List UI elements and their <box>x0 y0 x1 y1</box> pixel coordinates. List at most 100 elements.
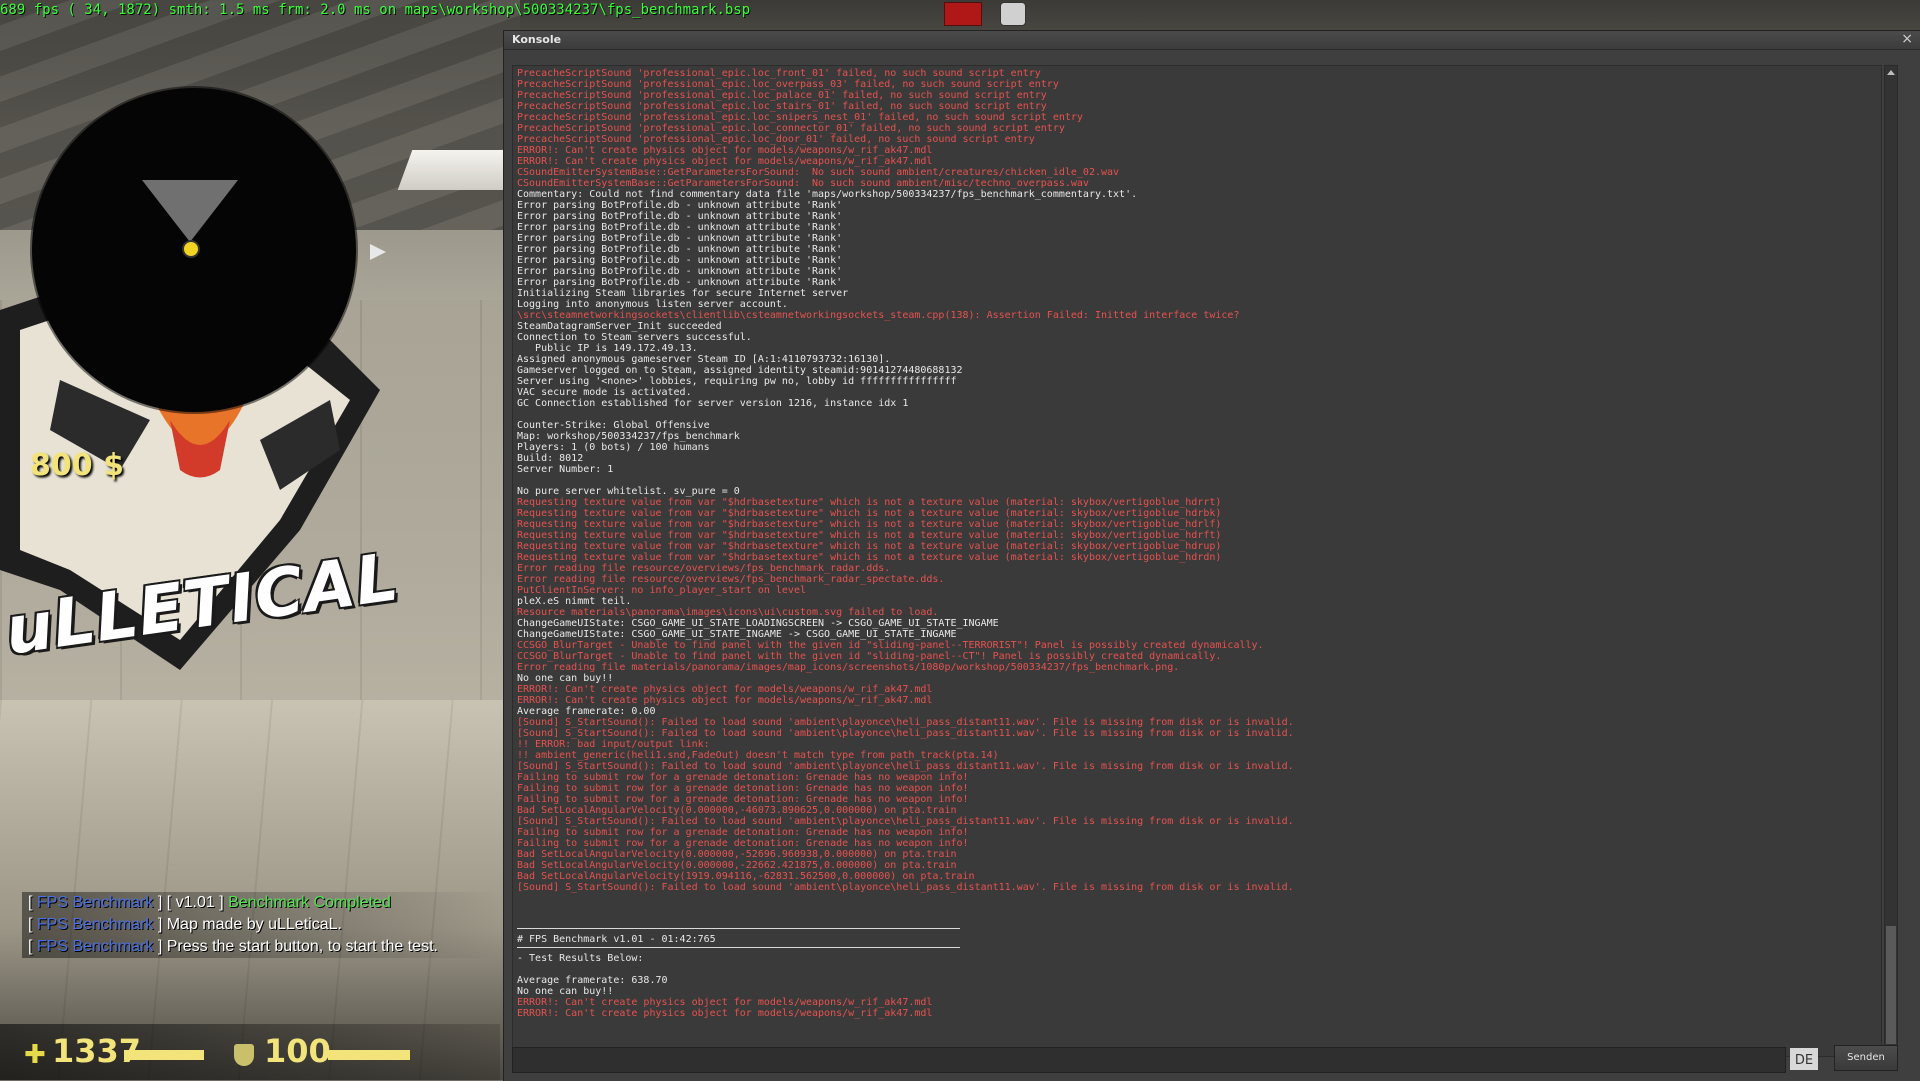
console-separator <box>517 947 960 950</box>
console-line: [Sound] S_StartSound(): Failed to load s… <box>517 816 1294 827</box>
console-input[interactable] <box>513 1048 1785 1071</box>
chat-tag: FPS Benchmark <box>36 938 154 955</box>
console-line: pleX.eS nimmt teil. <box>517 596 632 607</box>
view-cone <box>142 180 238 242</box>
console-separator <box>517 928 960 931</box>
console-line: Resource materials\panorama\images\icons… <box>517 607 939 618</box>
chat-log: [ FPS Benchmark ] [ v1.01 ] Benchmark Co… <box>22 892 502 958</box>
play-arrow-icon <box>370 244 386 260</box>
console-line: Bad SetLocalAngularVelocity(0.000000,-46… <box>517 805 957 816</box>
console-line: PrecacheScriptSound 'professional_epic.l… <box>517 90 1047 101</box>
console-titlebar[interactable]: Konsole × <box>504 31 1920 50</box>
console-line: Error parsing BotProfile.db - unknown at… <box>517 211 843 222</box>
health-bar <box>124 1050 204 1060</box>
console-line: CSoundEmitterSystemBase::GetParametersFo… <box>517 178 1089 189</box>
console-line: Logging into anonymous listen server acc… <box>517 299 788 310</box>
console-line: Requesting texture value from var "$hdrb… <box>517 519 1222 530</box>
console-line: VAC secure mode is activated. <box>517 387 692 398</box>
console-line: Requesting texture value from var "$hdrb… <box>517 497 1222 508</box>
console-line: No one can buy!! <box>517 986 614 997</box>
console-line: Connection to Steam servers successful. <box>517 332 752 343</box>
health-icon: ✚ <box>24 1040 46 1070</box>
chat-version: v1.01 <box>175 894 215 911</box>
console-line: !! ERROR: bad input/output link: <box>517 739 710 750</box>
console-line: CCSGO_BlurTarget - Unable to find panel … <box>517 651 1222 662</box>
console-line: Assigned anonymous gameserver Steam ID [… <box>517 354 891 365</box>
money-display: 800 $ <box>30 448 124 483</box>
console-line: Error reading file resource/overviews/fp… <box>517 563 891 574</box>
scroll-up-icon[interactable] <box>1887 70 1895 75</box>
console-line: - Test Results Below: <box>517 953 644 964</box>
console-line: Gameserver logged on to Steam, assigned … <box>517 365 963 376</box>
send-button[interactable]: Senden <box>1834 1045 1898 1071</box>
console-line: ERROR!: Can't create physics object for … <box>517 684 933 695</box>
player-avatar-icon <box>1000 2 1026 26</box>
console-line: PutClientInServer: no info_player_start … <box>517 585 806 596</box>
chat-tag: FPS Benchmark <box>36 894 154 911</box>
console-line: Initializing Steam libraries for secure … <box>517 288 849 299</box>
console-line: Public IP is 149.172.49.13. <box>517 343 698 354</box>
console-line: Requesting texture value from var "$hdrb… <box>517 541 1222 552</box>
chat-text: Map made by uLLeticaL. <box>166 916 342 933</box>
console-line: Error parsing BotProfile.db - unknown at… <box>517 266 843 277</box>
armor-icon <box>234 1044 254 1066</box>
console-line: Counter-Strike: Global Offensive <box>517 420 710 431</box>
console-line: Failing to submit row for a grenade deto… <box>517 838 969 849</box>
console-line: Bad SetLocalAngularVelocity(0.000000,-22… <box>517 860 957 871</box>
console-line: No one can buy!! <box>517 673 614 684</box>
health-armor-hud: ✚ 1337 100 <box>0 1024 500 1080</box>
console-line: Bad SetLocalAngularVelocity(0.000000,-52… <box>517 849 957 860</box>
console-scrollbar[interactable] <box>1884 65 1898 1057</box>
console-line: Error reading file materials/panorama/im… <box>517 662 1180 673</box>
chat-text: Press the start button, to start the tes… <box>166 938 438 955</box>
console-line: Failing to submit row for a grenade deto… <box>517 772 969 783</box>
armor-bar <box>328 1050 410 1060</box>
console-line: Requesting texture value from var "$hdrb… <box>517 552 1222 563</box>
console-line: CSoundEmitterSystemBase::GetParametersFo… <box>517 167 1120 178</box>
console-title: Konsole <box>512 33 562 46</box>
console-line: Error reading file resource/overviews/fp… <box>517 574 945 585</box>
console-line: ERROR!: Can't create physics object for … <box>517 1008 933 1019</box>
console-line: Server using '<none>' lobbies, requiring… <box>517 376 957 387</box>
console-line: PrecacheScriptSound 'professional_epic.l… <box>517 68 1041 79</box>
scroll-thumb[interactable] <box>1886 926 1896 1044</box>
console-line: !! ambient_generic(heli1.snd,FadeOut) do… <box>517 750 999 761</box>
console-line: [Sound] S_StartSound(): Failed to load s… <box>517 761 1294 772</box>
console-line: [Sound] S_StartSound(): Failed to load s… <box>517 882 1294 893</box>
chat-message: [ FPS Benchmark ] Map made by uLLeticaL. <box>22 914 502 936</box>
console-lines: PrecacheScriptSound 'professional_epic.l… <box>513 66 1881 1019</box>
console-line: Server Number: 1 <box>517 464 614 475</box>
console-input-box[interactable] <box>512 1047 1786 1073</box>
console-line: ERROR!: Can't create physics object for … <box>517 695 933 706</box>
console-line: Players: 1 (0 bots) / 100 humans <box>517 442 710 453</box>
console-line: No pure server whitelist. sv_pure = 0 <box>517 486 740 497</box>
player-marker-icon <box>182 240 200 258</box>
close-icon[interactable]: × <box>1901 31 1913 47</box>
console-line: Error parsing BotProfile.db - unknown at… <box>517 233 843 244</box>
console-line: Error parsing BotProfile.db - unknown at… <box>517 200 843 211</box>
chat-message: [ FPS Benchmark ] [ v1.01 ] Benchmark Co… <box>22 892 502 914</box>
console-line: ERROR!: Can't create physics object for … <box>517 156 933 167</box>
console-line: Build: 8012 <box>517 453 584 464</box>
console-line: SteamDatagramServer_Init succeeded <box>517 321 722 332</box>
console-line: ChangeGameUIState: CSGO_GAME_UI_STATE_IN… <box>517 629 957 640</box>
console-line: Requesting texture value from var "$hdrb… <box>517 508 1222 519</box>
chat-message: [ FPS Benchmark ] Press the start button… <box>22 936 502 958</box>
console-line: Commentary: Could not find commentary da… <box>517 189 1138 200</box>
console-line: PrecacheScriptSound 'professional_epic.l… <box>517 112 1083 123</box>
console-line: CCSGO_BlurTarget - Unable to find panel … <box>517 640 1264 651</box>
console-window[interactable]: Konsole × PrecacheScriptSound 'professio… <box>503 30 1920 1081</box>
console-line: Failing to submit row for a grenade deto… <box>517 794 969 805</box>
console-line: PrecacheScriptSound 'professional_epic.l… <box>517 123 1065 134</box>
console-line: [Sound] S_StartSound(): Failed to load s… <box>517 717 1294 728</box>
console-output[interactable]: PrecacheScriptSound 'professional_epic.l… <box>512 65 1882 1057</box>
console-line: PrecacheScriptSound 'professional_epic.l… <box>517 134 1035 145</box>
console-line: Map: workshop/500334237/fps_benchmark <box>517 431 740 442</box>
console-line: PrecacheScriptSound 'professional_epic.l… <box>517 79 1059 90</box>
